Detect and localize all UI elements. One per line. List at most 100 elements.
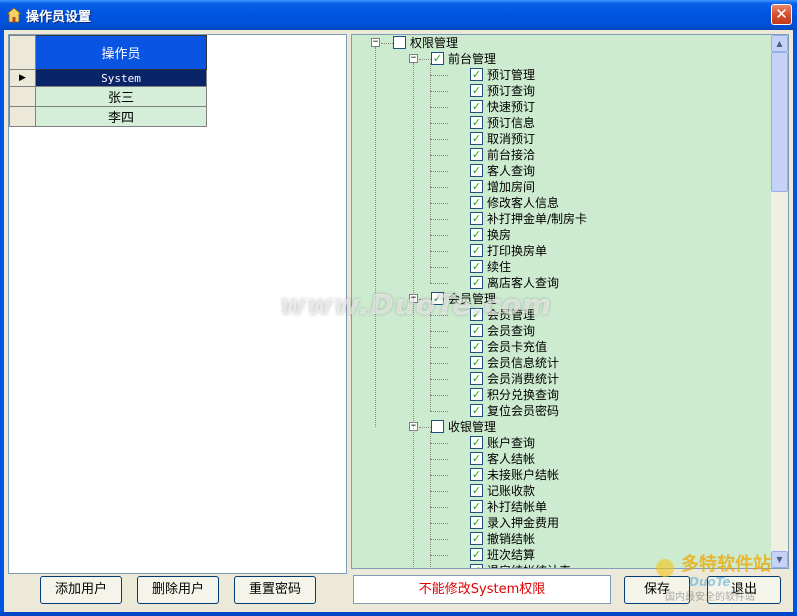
table-row[interactable]: 张三	[9, 86, 207, 107]
row-selector[interactable]	[9, 86, 36, 107]
tree-node-label[interactable]: 快速预订	[487, 99, 535, 115]
tree-connector	[419, 427, 431, 428]
tree-node-label[interactable]: 打印换房单	[487, 243, 547, 259]
exit-button[interactable]: 退出	[707, 576, 781, 604]
close-button[interactable]: ✕	[771, 4, 792, 25]
operator-column-header[interactable]: 操作员	[35, 35, 207, 70]
checkbox-checked-icon[interactable]: ✓	[470, 116, 483, 129]
checkbox-checked-icon[interactable]: ✓	[470, 324, 483, 337]
operator-cell[interactable]: 张三	[35, 86, 207, 107]
checkbox-checked-icon[interactable]: ✓	[470, 356, 483, 369]
scroll-up-icon[interactable]: ▲	[771, 35, 788, 52]
tree-node-label[interactable]: 班次结算	[487, 547, 535, 563]
checkbox-checked-icon[interactable]: ✓	[470, 436, 483, 449]
watermark-center: www.DuoTe.com	[280, 288, 552, 321]
tree-node-label[interactable]: 会员消费统计	[487, 371, 559, 387]
tree-connector	[430, 187, 448, 188]
checkbox-unchecked-icon[interactable]	[393, 36, 406, 49]
tree-node-label[interactable]: 复位会员密码	[487, 403, 559, 419]
app-home-icon	[6, 7, 22, 23]
status-message: 不能修改System权限	[353, 575, 611, 604]
tree-node-label[interactable]: 预订信息	[487, 115, 535, 131]
tree-node-label[interactable]: 前台接洽	[487, 147, 535, 163]
tree-node-label[interactable]: 客人结帐	[487, 451, 535, 467]
checkbox-checked-icon[interactable]: ✓	[470, 516, 483, 529]
checkbox-checked-icon[interactable]: ✓	[470, 228, 483, 241]
checkbox-checked-icon[interactable]: ✓	[470, 372, 483, 385]
tree-node-label[interactable]: 取消预订	[487, 131, 535, 147]
tree-node-label[interactable]: 录入押金费用	[487, 515, 559, 531]
tree-node-label[interactable]: 退房结帐统计表	[487, 563, 571, 568]
tree-node-label[interactable]: 前台管理	[448, 51, 496, 67]
checkbox-checked-icon[interactable]: ✓	[470, 564, 483, 568]
window-title: 操作员设置	[26, 10, 92, 25]
checkbox-checked-icon[interactable]: ✓	[470, 148, 483, 161]
save-button[interactable]: 保存	[624, 576, 690, 604]
tree-connector	[430, 363, 448, 364]
checkbox-checked-icon[interactable]: ✓	[470, 548, 483, 561]
checkbox-checked-icon[interactable]: ✓	[470, 196, 483, 209]
tree-node-label[interactable]: 收银管理	[448, 419, 496, 435]
tree-node-label[interactable]: 会员查询	[487, 323, 535, 339]
row-selector[interactable]	[9, 106, 36, 127]
tree-node-label[interactable]: 客人查询	[487, 163, 535, 179]
checkbox-checked-icon[interactable]: ✓	[470, 452, 483, 465]
checkbox-checked-icon[interactable]: ✓	[470, 468, 483, 481]
scroll-down-icon[interactable]: ▼	[771, 551, 788, 568]
checkbox-checked-icon[interactable]: ✓	[470, 100, 483, 113]
window-frame-right	[793, 30, 797, 616]
tree-node-label[interactable]: 会员信息统计	[487, 355, 559, 371]
scroll-thumb[interactable]	[771, 52, 788, 192]
tree-node-label[interactable]: 补打押金单/制房卡	[487, 211, 587, 227]
checkbox-checked-icon[interactable]: ✓	[470, 484, 483, 497]
tree-node-label[interactable]: 积分兑换查询	[487, 387, 559, 403]
tree-node-label[interactable]: 续住	[487, 259, 511, 275]
operator-cell[interactable]: System	[35, 69, 207, 87]
row-selector-arrow-icon[interactable]: ▶	[9, 69, 36, 87]
checkbox-checked-icon[interactable]: ✓	[470, 164, 483, 177]
tree-connector	[430, 107, 448, 108]
tree-node-label[interactable]: 补打结帐单	[487, 499, 547, 515]
checkbox-checked-icon[interactable]: ✓	[470, 84, 483, 97]
tree-node-label[interactable]: 记账收款	[487, 483, 535, 499]
add-user-button[interactable]: 添加用户	[40, 576, 122, 604]
tree-node-label[interactable]: 换房	[487, 227, 511, 243]
checkbox-checked-icon[interactable]: ✓	[470, 260, 483, 273]
tree-node-label[interactable]: 增加房间	[487, 179, 535, 195]
tree-connector	[430, 331, 448, 332]
operator-cell[interactable]: 李四	[35, 106, 207, 127]
tree-connector	[430, 555, 448, 556]
checkbox-checked-icon[interactable]: ✓	[470, 180, 483, 193]
reset-password-button[interactable]: 重置密码	[234, 576, 316, 604]
collapse-minus-icon[interactable]: −	[409, 54, 418, 63]
checkbox-checked-icon[interactable]: ✓	[431, 52, 444, 65]
tree-node-label[interactable]: 撤销结帐	[487, 531, 535, 547]
tree-node-label[interactable]: 会员卡充值	[487, 339, 547, 355]
tree-connector	[430, 91, 448, 92]
tree-node-label[interactable]: 预订查询	[487, 83, 535, 99]
checkbox-checked-icon[interactable]: ✓	[470, 532, 483, 545]
delete-user-button[interactable]: 删除用户	[137, 576, 219, 604]
tree-connector	[430, 155, 448, 156]
checkbox-checked-icon[interactable]: ✓	[470, 244, 483, 257]
tree-node-label[interactable]: 未接账户结帐	[487, 467, 559, 483]
tree-node-label[interactable]: 权限管理	[410, 35, 458, 51]
tree-node-label[interactable]: 预订管理	[487, 67, 535, 83]
checkbox-checked-icon[interactable]: ✓	[470, 404, 483, 417]
checkbox-checked-icon[interactable]: ✓	[470, 388, 483, 401]
tree-node-label[interactable]: 修改客人信息	[487, 195, 559, 211]
tree-connector	[430, 123, 448, 124]
table-row[interactable]: ▶ System	[9, 69, 207, 87]
checkbox-unchecked-icon[interactable]	[431, 420, 444, 433]
checkbox-checked-icon[interactable]: ✓	[470, 132, 483, 145]
checkbox-checked-icon[interactable]: ✓	[470, 340, 483, 353]
tree-connector	[430, 431, 431, 568]
vertical-scrollbar[interactable]: ▲ ▼	[771, 35, 788, 568]
table-row[interactable]: 李四	[9, 106, 207, 127]
tree-connector	[430, 283, 448, 284]
collapse-minus-icon[interactable]: −	[371, 38, 380, 47]
checkbox-checked-icon[interactable]: ✓	[470, 68, 483, 81]
tree-node-label[interactable]: 账户查询	[487, 435, 535, 451]
checkbox-checked-icon[interactable]: ✓	[470, 500, 483, 513]
checkbox-checked-icon[interactable]: ✓	[470, 212, 483, 225]
